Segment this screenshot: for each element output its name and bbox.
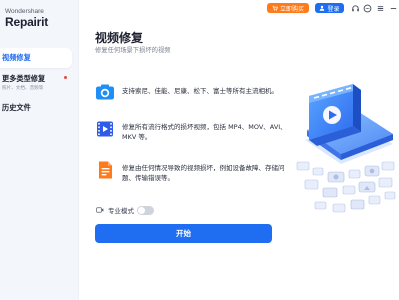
feature-text: 修复由任何情况导致的视频损坏，例如设备故障、存储问题、传输错误等。: [122, 164, 285, 182]
pro-mode-toggle[interactable]: [137, 206, 154, 215]
feedback-icon[interactable]: [362, 3, 372, 13]
page-subtitle: 修复任何场景下损坏的视频: [95, 47, 171, 54]
sidebar-item-video-repair[interactable]: 视频修复: [0, 48, 72, 68]
brand-name: Repairit: [5, 14, 49, 29]
login-button[interactable]: 登录: [315, 3, 344, 13]
pro-mode-row: 专业模式: [96, 205, 154, 215]
menu-icon[interactable]: [375, 3, 385, 13]
feature-text: 支持索尼、佳能、尼康、松下、富士等所有主流相机。: [122, 87, 278, 95]
notification-dot: [64, 76, 67, 79]
camera-icon: [96, 84, 114, 100]
start-button[interactable]: 开始: [95, 224, 272, 243]
pro-mode-label: 专业模式: [108, 207, 134, 215]
sidebar-item-history[interactable]: 历史文件: [0, 102, 72, 116]
user-icon: [320, 5, 325, 11]
sidebar: Wondershare Repairit 视频修复 更多类型修复 照片、文档、音…: [0, 0, 79, 300]
buy-now-button[interactable]: 立即购买: [267, 3, 309, 13]
brand-logo: Wondershare Repairit: [5, 8, 49, 29]
sidebar-item-label: 更多类型修复: [2, 74, 46, 83]
video-repair-illustration: [296, 84, 396, 213]
minimize-icon[interactable]: [388, 3, 398, 13]
cart-icon: [272, 5, 278, 11]
page-title: 视频修复: [95, 31, 144, 45]
sidebar-item-label: 视频修复: [2, 53, 31, 62]
pro-mode-icon: [96, 207, 104, 213]
buy-now-label: 立即购买: [279, 5, 304, 13]
toggle-knob: [138, 207, 145, 214]
film-icon: [97, 121, 113, 137]
sidebar-item-more-repair[interactable]: 更多类型修复 照片、文档、音频等: [0, 72, 72, 96]
sidebar-item-label: 历史文件: [2, 103, 31, 112]
feature-text: 修复所有流行格式的损坏视频，包括 MP4、MOV、AVI、MKV 等。: [122, 123, 287, 141]
sidebar-item-sublabel: 照片、文档、音频等: [2, 86, 44, 91]
document-icon: [99, 161, 112, 179]
headset-icon[interactable]: [350, 3, 360, 13]
login-label: 登录: [327, 5, 340, 13]
